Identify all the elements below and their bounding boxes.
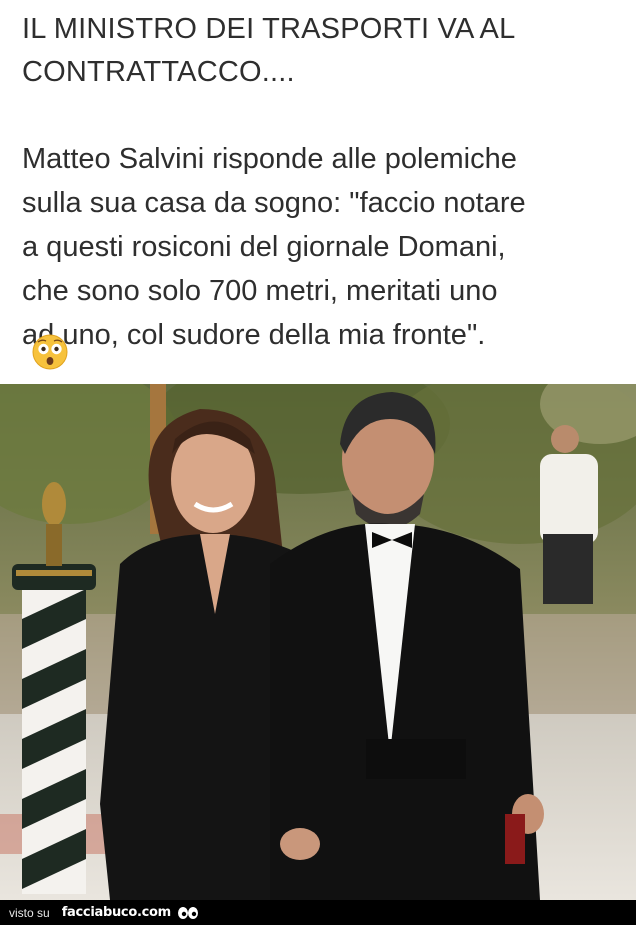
headline-line-1: IL MINISTRO DEI TRASPORTI VA AL [22,13,516,45]
headline-line-2: CONTRATTACCO.... [22,56,295,88]
caption: Matteo Salvini risponde alle polemiche s… [22,137,622,357]
watermark-prefix: visto su [9,905,50,920]
caption-line-5: ad uno, col sudore della mia fronte". [22,319,486,351]
post-text: IL MINISTRO DEI TRASPORTI VA AL CONTRATT… [22,8,622,357]
couple-photo-illustration [0,384,636,900]
caption-line-3: a questi rosiconi del giornale Domani, [22,231,506,263]
caption-line-2: sulla sua casa da sogno: "faccio notare [22,187,526,219]
caption-line-4: che sono solo 700 metri, meritati uno [22,275,498,307]
news-photo [0,384,636,900]
watermark-bar: visto su facciabuco.com [0,900,636,925]
watermark-site[interactable]: facciabuco.com [62,905,172,920]
headline: IL MINISTRO DEI TRASPORTI VA AL CONTRATT… [22,8,622,94]
eyes-logo-icon [177,906,198,919]
caption-line-1: Matteo Salvini risponde alle polemiche [22,143,517,175]
astonished-face-icon [32,334,68,370]
